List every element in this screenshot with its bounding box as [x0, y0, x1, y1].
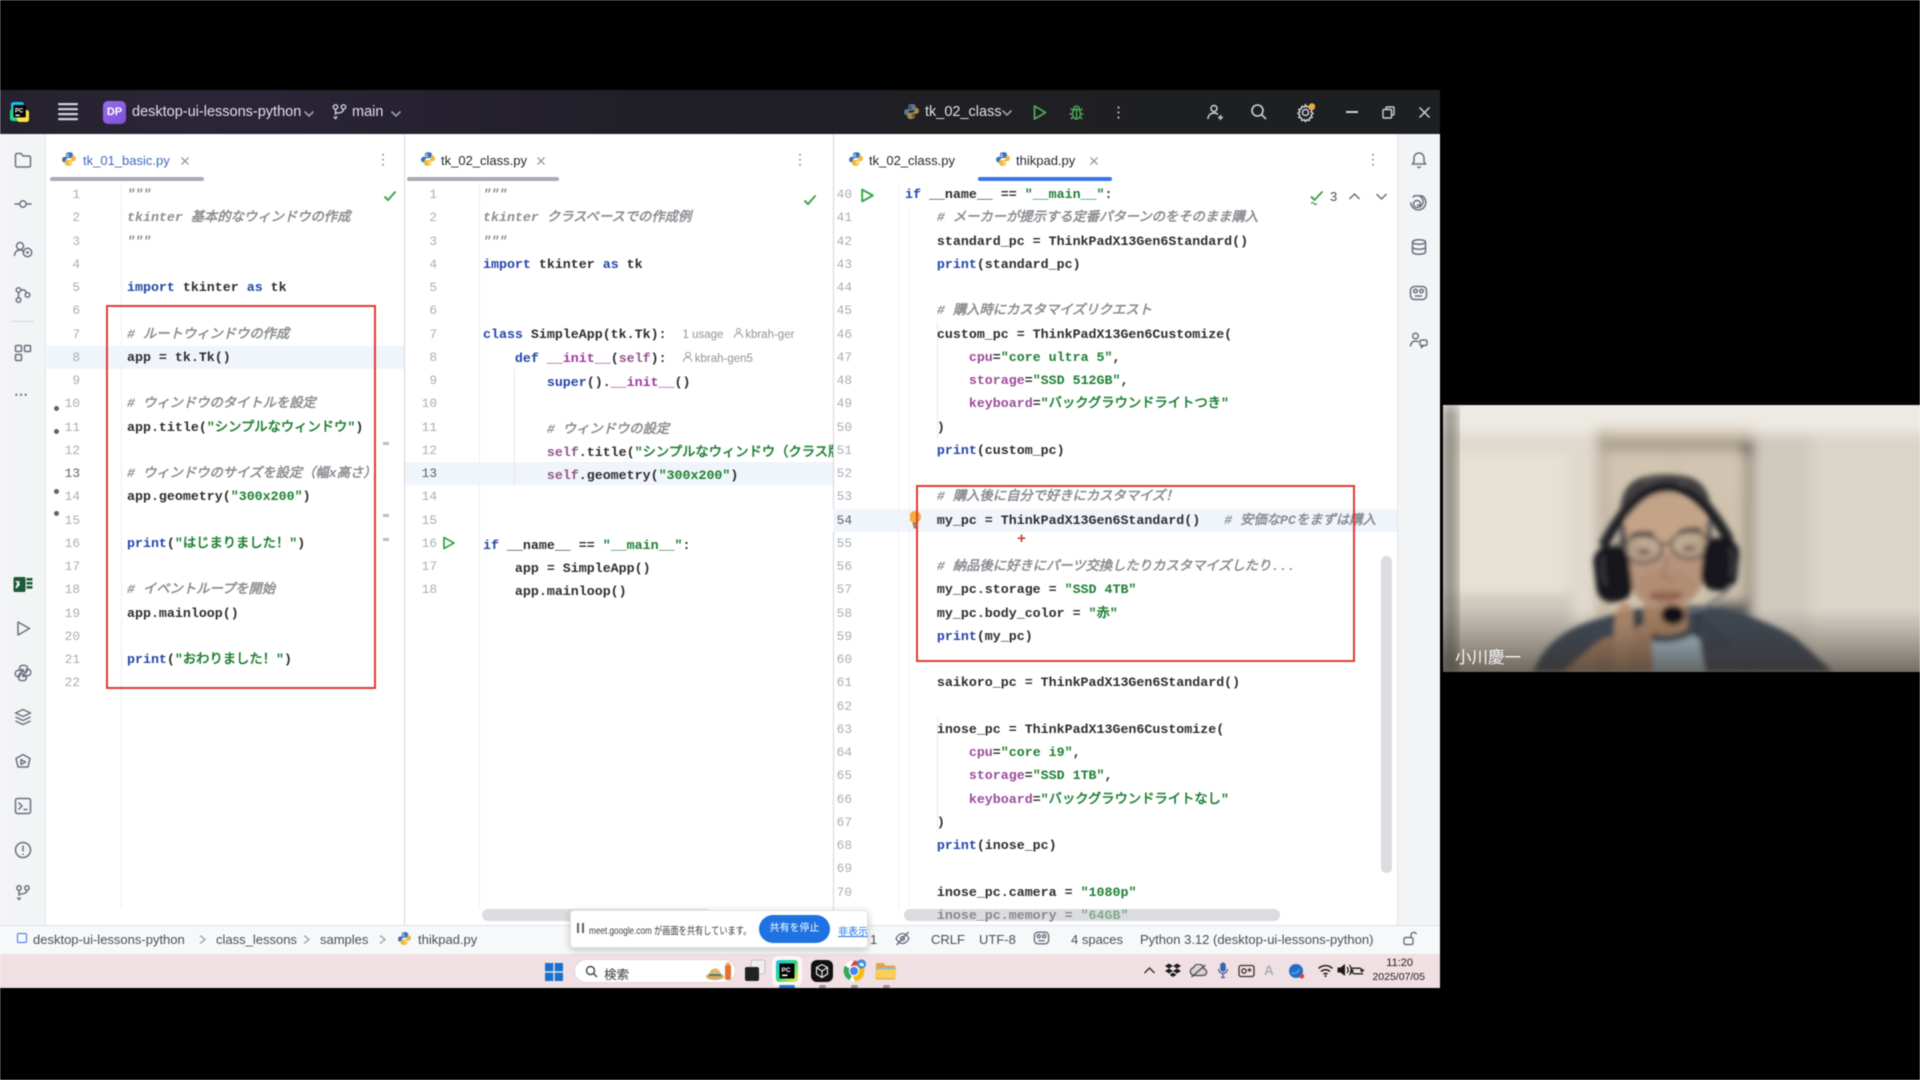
svg-text:PC: PC — [15, 109, 24, 115]
svg-text:PC: PC — [782, 967, 791, 974]
svg-text:小川慶一: 小川慶一 — [1455, 648, 1521, 667]
